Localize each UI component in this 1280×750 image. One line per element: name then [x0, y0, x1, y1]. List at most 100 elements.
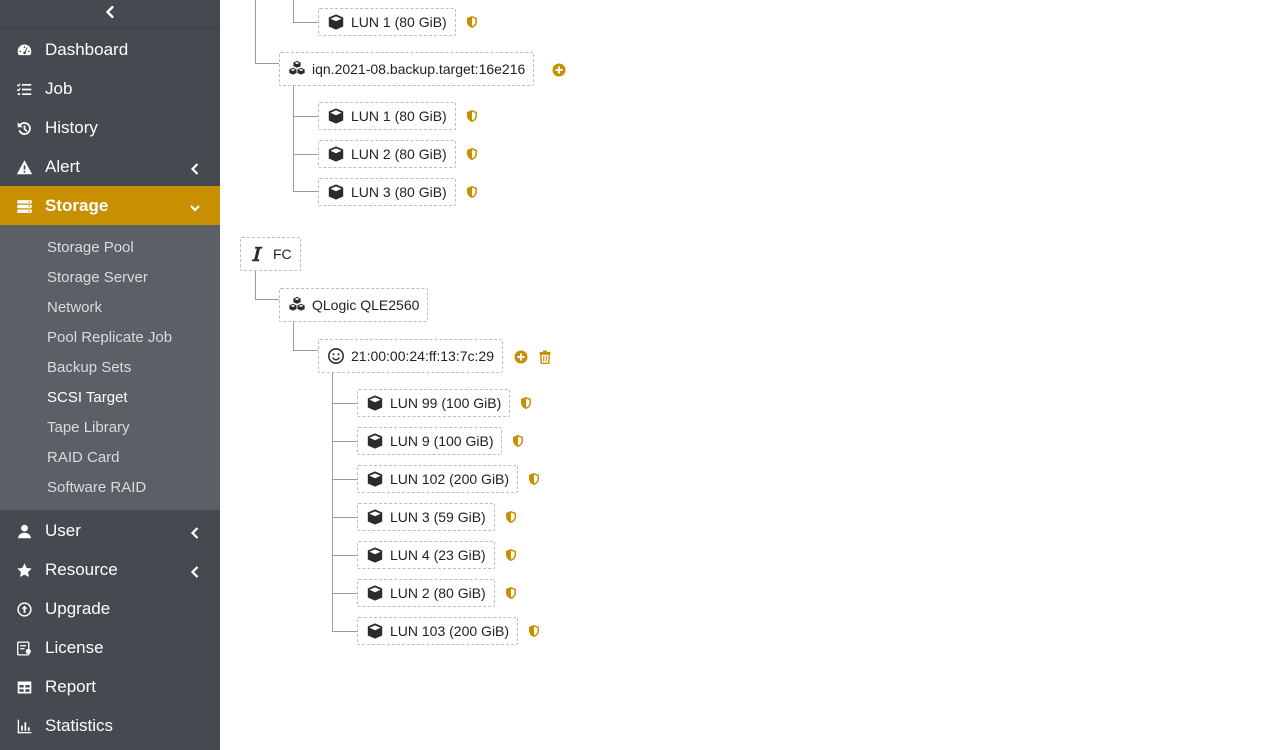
- user-icon: [15, 522, 33, 540]
- port-label: 21:00:00:24:ff:13:7c:29: [351, 348, 494, 364]
- sidebar: Dashboard Job History Alert Storage Stor…: [0, 0, 220, 750]
- nav-label: Report: [45, 677, 97, 696]
- nav-license[interactable]: License: [0, 628, 220, 667]
- fc-node[interactable]: FC: [240, 237, 301, 271]
- nav-dashboard[interactable]: Dashboard: [0, 30, 220, 69]
- lun-label: LUN 2 (80 GiB): [351, 146, 447, 162]
- tree-connector: [332, 479, 357, 480]
- tree-connector: [293, 86, 294, 192]
- nav-job[interactable]: Job: [0, 69, 220, 108]
- shield-icon[interactable]: [465, 147, 479, 161]
- trash-icon[interactable]: [538, 350, 552, 365]
- scsi-target-tree: LUN 1 (80 GiB) iqn.2021-08.backup.target…: [220, 0, 1280, 750]
- shield-icon[interactable]: [504, 548, 518, 562]
- lun-node[interactable]: LUN 2 (80 GiB): [357, 579, 495, 607]
- nav-statistics[interactable]: Statistics: [0, 706, 220, 745]
- subnav-raid-card[interactable]: RAID Card: [47, 449, 120, 466]
- storage-icon: [15, 197, 33, 215]
- cube-icon: [366, 584, 384, 602]
- lun-node[interactable]: LUN 103 (200 GiB): [357, 617, 519, 645]
- add-icon[interactable]: [514, 350, 528, 364]
- lun-node[interactable]: LUN 1 (80 GiB): [318, 8, 456, 36]
- dashboard-icon: [15, 41, 33, 59]
- job-list-icon: [15, 80, 33, 98]
- tree-connector: [293, 322, 294, 351]
- fc-adapter-node[interactable]: QLogic QLE2560: [279, 288, 429, 322]
- nav-history[interactable]: History: [0, 108, 220, 147]
- subnav-storage-pool[interactable]: Storage Pool: [47, 239, 134, 256]
- tree-connector: [255, 63, 279, 64]
- lun-node[interactable]: LUN 4 (23 GiB): [357, 541, 495, 569]
- add-icon[interactable]: [552, 63, 566, 77]
- lun-node[interactable]: LUN 9 (100 GiB): [357, 427, 503, 455]
- shield-icon[interactable]: [519, 396, 533, 410]
- shield-icon[interactable]: [527, 472, 541, 486]
- tree-connector: [255, 0, 256, 64]
- cube-icon: [327, 145, 345, 163]
- lun-label: LUN 3 (59 GiB): [390, 509, 486, 525]
- subnav-software-raid[interactable]: Software RAID: [47, 479, 146, 496]
- shield-icon[interactable]: [504, 510, 518, 524]
- lun-node[interactable]: LUN 3 (80 GiB): [318, 178, 456, 206]
- cube-icon: [327, 13, 345, 31]
- shield-icon[interactable]: [465, 15, 479, 29]
- subnav-storage-server[interactable]: Storage Server: [47, 269, 148, 286]
- nav-label: History: [45, 118, 98, 137]
- nav-report[interactable]: Report: [0, 667, 220, 706]
- nav-label: License: [45, 638, 104, 657]
- lun-node[interactable]: LUN 2 (80 GiB): [318, 140, 456, 168]
- cube-icon: [366, 508, 384, 526]
- text-cursor-icon: [249, 245, 267, 263]
- smile-icon: [327, 347, 345, 365]
- cube-icon: [366, 394, 384, 412]
- nav-label: Upgrade: [45, 599, 111, 618]
- upgrade-icon: [15, 600, 33, 618]
- cubes-icon: [288, 60, 306, 78]
- shield-icon[interactable]: [465, 109, 479, 123]
- subnav-pool-replicate-job[interactable]: Pool Replicate Job: [47, 329, 172, 346]
- cube-icon: [327, 183, 345, 201]
- subnav-scsi-target[interactable]: SCSI Target: [47, 389, 128, 406]
- tree-connector: [332, 631, 357, 632]
- cube-icon: [366, 470, 384, 488]
- tree-connector: [332, 517, 357, 518]
- adapter-label: QLogic QLE2560: [312, 297, 420, 313]
- chevron-left-icon: [190, 160, 200, 175]
- subnav-backup-sets[interactable]: Backup Sets: [47, 359, 131, 376]
- sidebar-collapse-button[interactable]: [0, 0, 220, 29]
- lun-node[interactable]: LUN 1 (80 GiB): [318, 102, 456, 130]
- nav-resource[interactable]: Resource: [0, 550, 220, 589]
- lun-label: LUN 102 (200 GiB): [390, 471, 510, 487]
- star-icon: [15, 561, 33, 579]
- lun-node[interactable]: LUN 102 (200 GiB): [357, 465, 519, 493]
- lun-node[interactable]: LUN 3 (59 GiB): [357, 503, 495, 531]
- nav-user[interactable]: User: [0, 511, 220, 550]
- lun-label: LUN 1 (80 GiB): [351, 108, 447, 124]
- tree-connector: [293, 154, 318, 155]
- shield-icon[interactable]: [511, 434, 525, 448]
- shield-icon[interactable]: [527, 624, 541, 638]
- fc-port-node[interactable]: 21:00:00:24:ff:13:7c:29: [318, 339, 503, 373]
- fc-label: FC: [273, 246, 292, 262]
- nav-label: Alert: [45, 157, 80, 176]
- nav-label: Dashboard: [45, 40, 129, 59]
- iscsi-target-node[interactable]: iqn.2021-08.backup.target:16e216: [279, 52, 535, 86]
- statistics-icon: [15, 717, 33, 735]
- chevron-down-icon: [190, 199, 200, 212]
- nav-label: Job: [45, 79, 73, 98]
- tree-connector: [255, 299, 279, 300]
- shield-icon[interactable]: [504, 586, 518, 600]
- subnav-network[interactable]: Network: [47, 299, 102, 316]
- nav-alert[interactable]: Alert: [0, 147, 220, 186]
- nav-label: Storage: [45, 196, 109, 215]
- nav-label: Statistics: [45, 716, 114, 735]
- lun-label: LUN 4 (23 GiB): [390, 547, 486, 563]
- subnav-tape-library[interactable]: Tape Library: [47, 419, 130, 436]
- shield-icon[interactable]: [465, 185, 479, 199]
- lun-node[interactable]: LUN 99 (100 GiB): [357, 389, 511, 417]
- nav-storage[interactable]: Storage: [0, 186, 220, 225]
- target-label: iqn.2021-08.backup.target:16e216: [312, 61, 526, 77]
- nav-upgrade[interactable]: Upgrade: [0, 589, 220, 628]
- license-icon: [15, 639, 33, 657]
- history-icon: [15, 119, 33, 137]
